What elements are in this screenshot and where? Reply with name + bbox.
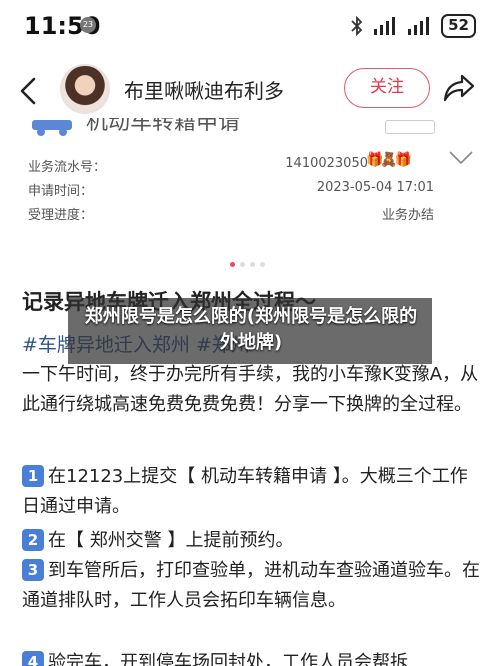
overlay-title: 郑州限号是怎么限的(郑州限号是怎么限的外地牌) <box>84 306 418 353</box>
step-number-badge: 2 <box>22 529 44 551</box>
signal-icon-2 <box>408 17 430 35</box>
share-icon[interactable] <box>442 72 476 104</box>
signal-icon <box>374 17 396 35</box>
overlay-banner: 郑州限号是怎么限的(郑州限号是怎么限的外地牌) <box>68 298 432 364</box>
step-text: 在【 郑州交警 】上提前预约。 <box>48 530 294 551</box>
step-number-badge: 1 <box>22 465 44 487</box>
post-image[interactable]: 机动车转籍申请 业务流水号： 1410023050 申请时间： 2023-05-… <box>0 118 500 242</box>
pager-dot-active <box>230 262 235 267</box>
step-number-badge: 4 <box>22 651 44 666</box>
pager-dot <box>260 262 265 267</box>
status-tag <box>385 120 435 134</box>
step-item: 1 在12123上提交【 机动车转籍申请 】。大概三个工作日通过申请。 <box>22 462 480 522</box>
info-label-time: 申请时间： <box>28 184 94 199</box>
pager-dot <box>240 262 245 267</box>
step-item: 3 到车管所后，打印查验单，进机动车查验通道验车。在通道排队时，工作人员会拓印车辆… <box>22 556 480 616</box>
info-label-serial: 业务流水号： <box>28 160 107 175</box>
post-paragraph: 一下午时间，终于办完所有手续，我的小车豫K变豫A，从此通行绕城高速免费免费免费！… <box>22 364 479 415</box>
system-icons: 52 <box>351 14 476 38</box>
info-label-progress: 受理进度： <box>28 208 94 223</box>
step-item: 4 验完车，开到停车场回封处，工作人员会帮拆 <box>22 648 480 666</box>
step-text: 验完车，开到停车场回封处，工作人员会帮拆 <box>48 652 408 666</box>
info-value-time: 2023-05-04 17:01 <box>316 180 434 195</box>
back-button[interactable] <box>16 76 42 106</box>
status-bar: 11:50 23 52 <box>0 0 500 52</box>
car-icon <box>32 120 72 136</box>
pager-dot <box>250 262 255 267</box>
sticker-decoration: 🎁🧸🎁 <box>366 152 412 168</box>
chevron-down-icon <box>449 151 473 165</box>
step-text: 到车管所后，打印查验单，进机动车查验通道验车。在通道排队时，工作人员会拓印车辆信… <box>22 560 480 611</box>
follow-button[interactable]: 关注 <box>344 68 430 108</box>
notification-badge: 23 <box>80 17 96 33</box>
author-name[interactable]: 布里啾啾迪布利多 <box>124 75 284 104</box>
image-title: 机动车转籍申请 <box>86 118 241 135</box>
step-item: 2 在【 郑州交警 】上提前预约。 <box>22 526 480 556</box>
info-value-serial: 1410023050 <box>285 156 368 171</box>
avatar[interactable] <box>60 64 110 114</box>
step-text: 在12123上提交【 机动车转籍申请 】。大概三个工作日通过申请。 <box>22 466 468 517</box>
post-header: 布里啾啾迪布利多 关注 <box>0 58 500 122</box>
step-number-badge: 3 <box>22 559 44 581</box>
battery-indicator: 52 <box>441 14 476 38</box>
image-pager <box>230 262 265 267</box>
bluetooth-icon <box>351 16 363 36</box>
info-value-progress: 业务办结 <box>381 208 434 223</box>
